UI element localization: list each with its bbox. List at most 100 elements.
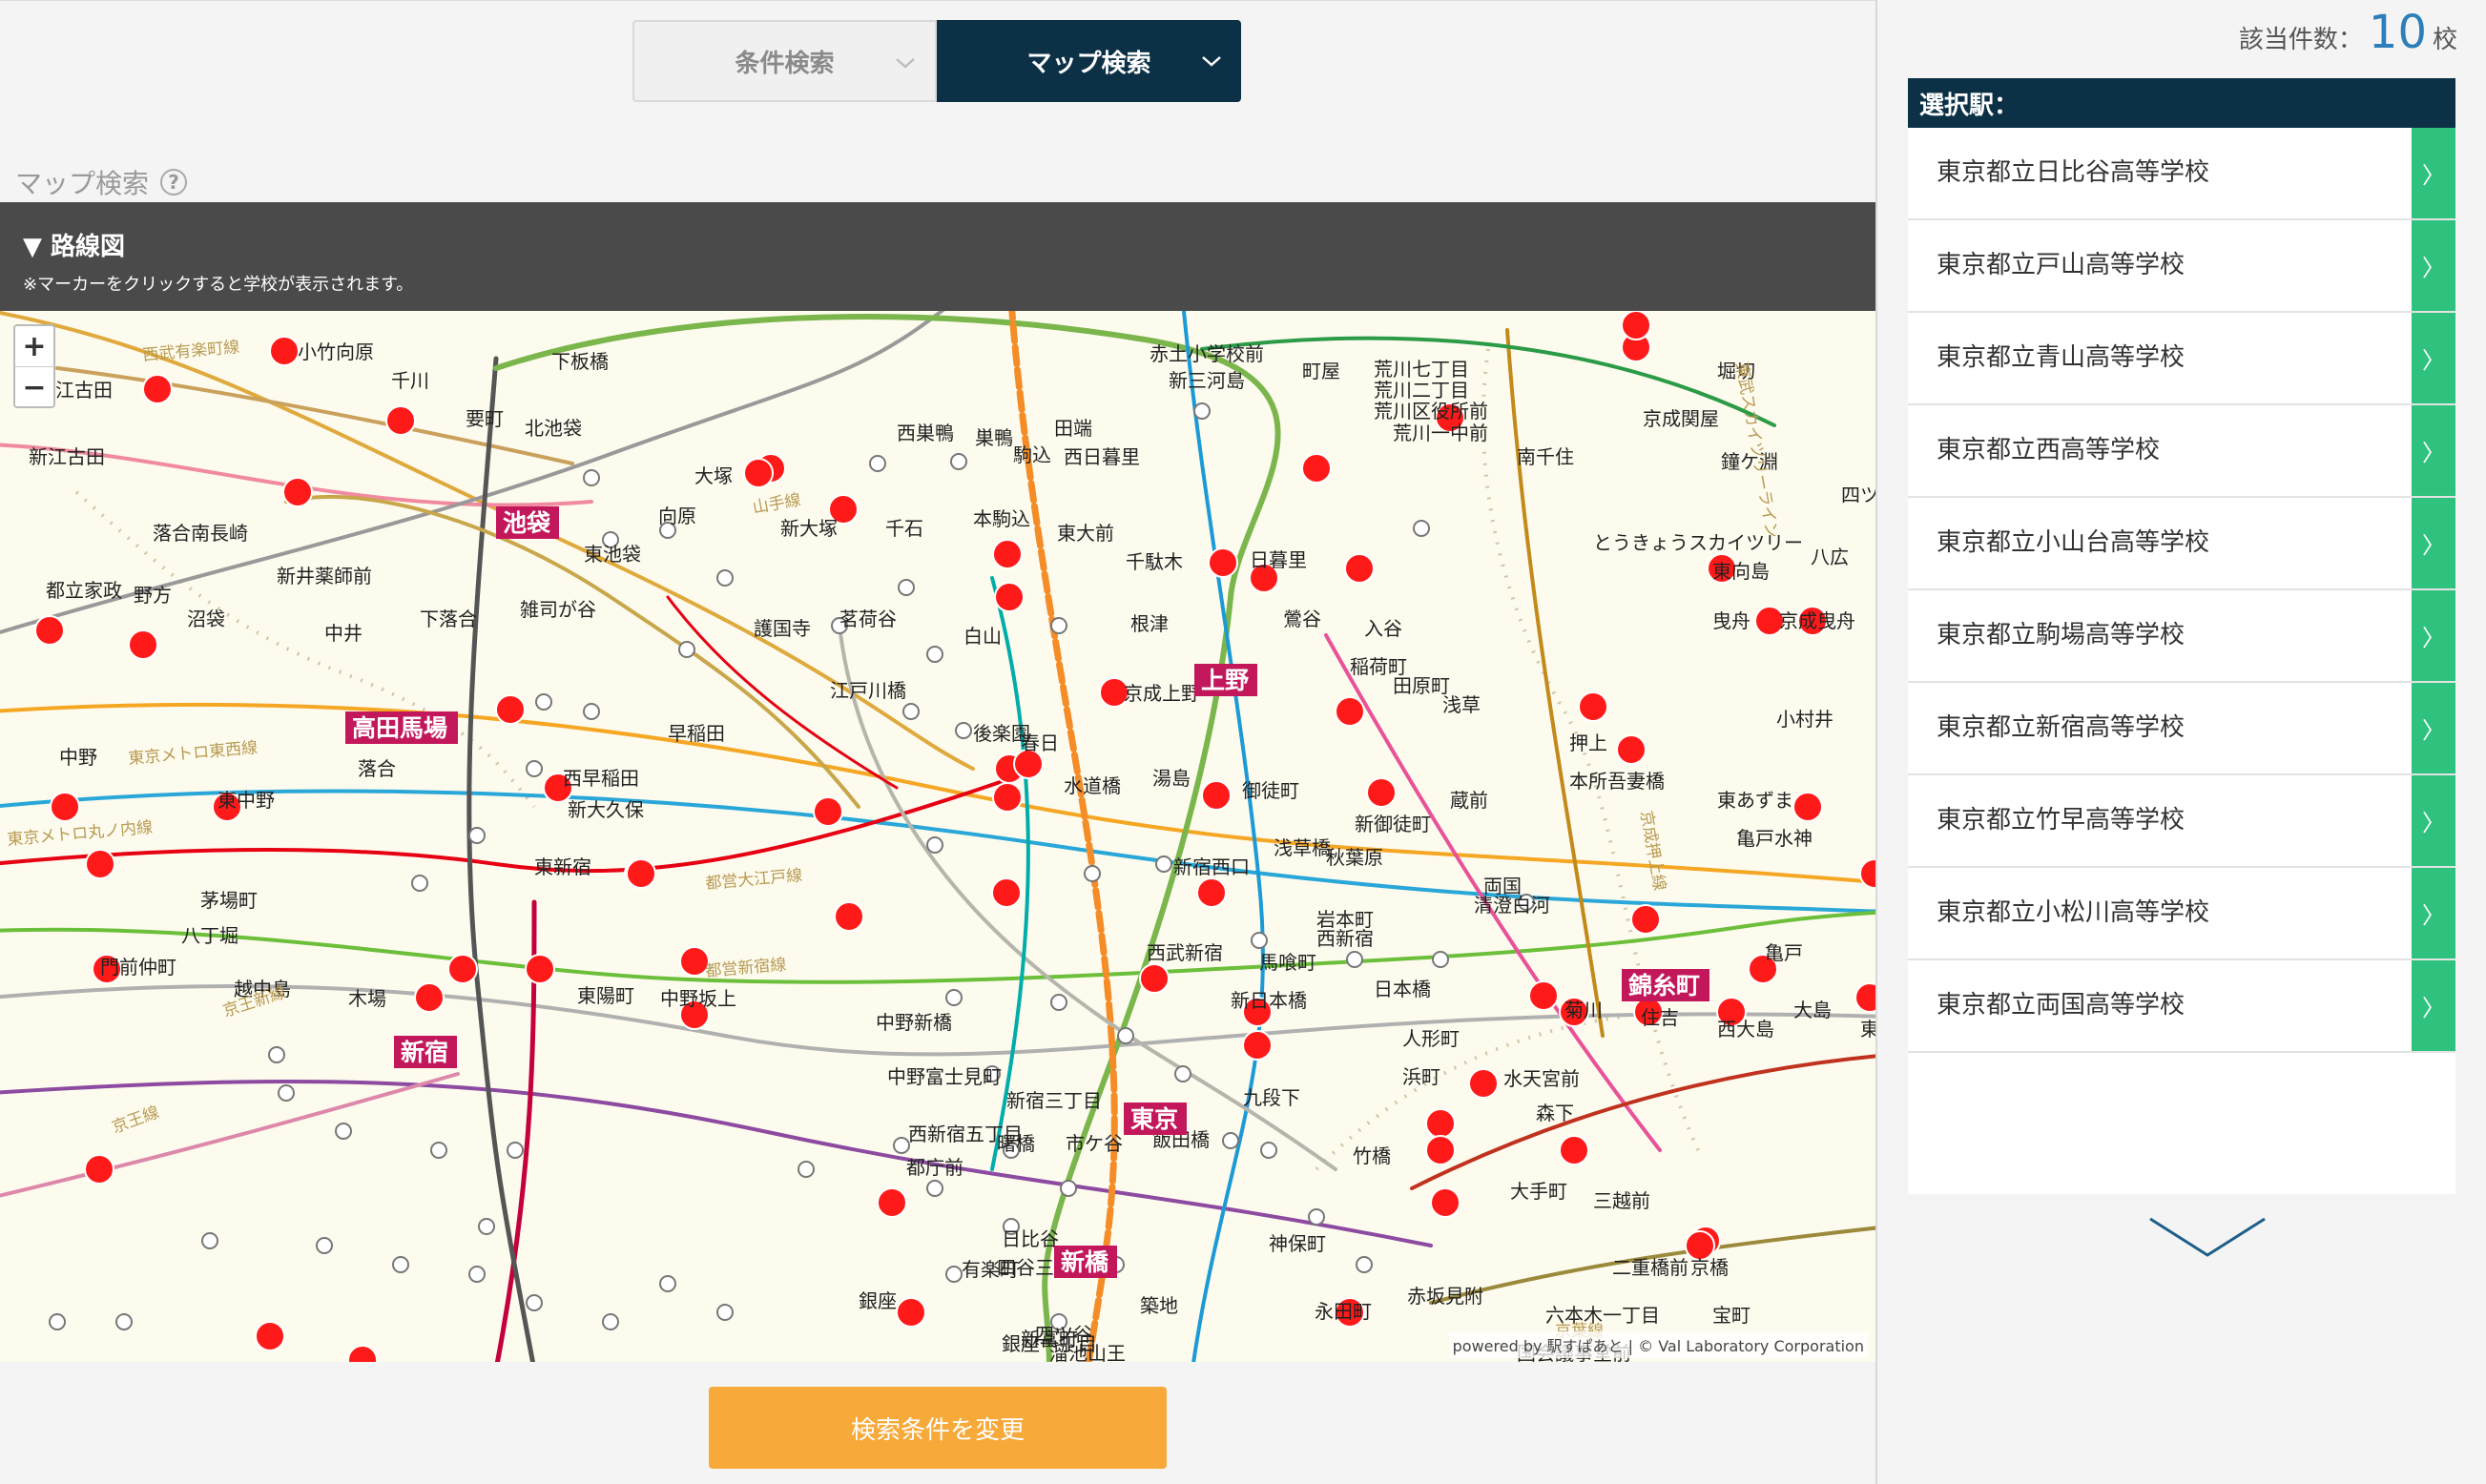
school-list-item[interactable]: 東京都立小松川高等学校 〉: [1908, 868, 2455, 960]
station-marker[interactable]: [1201, 780, 1232, 811]
station-marker[interactable]: [255, 1321, 285, 1351]
interchange-dot: [49, 1313, 66, 1330]
station-marker[interactable]: [994, 582, 1025, 612]
station-label: 赤坂見附: [1407, 1285, 1483, 1308]
route-map-header[interactable]: ▼ 路線図 ※マーカーをクリックすると学校が表示されます。: [0, 202, 1875, 311]
station-marker[interactable]: [525, 954, 555, 984]
school-list-item[interactable]: 東京都立両国高等学校 〉: [1908, 960, 2455, 1053]
station-marker[interactable]: [626, 858, 656, 889]
station-marker[interactable]: [834, 901, 864, 932]
school-list-item[interactable]: 東京都立西高等学校 〉: [1908, 405, 2455, 498]
station-marker[interactable]: [495, 694, 526, 725]
station-marker[interactable]: [1430, 1187, 1461, 1218]
scroll-down-chevron-icon[interactable]: [2144, 1213, 2270, 1261]
chevron-right-icon[interactable]: 〉: [2412, 590, 2455, 681]
school-list-item[interactable]: 東京都立小山台高等学校 〉: [1908, 498, 2455, 590]
station-marker[interactable]: [34, 615, 65, 646]
school-list-item[interactable]: 東京都立新宿高等学校 〉: [1908, 683, 2455, 775]
school-name: 東京都立新宿高等学校: [1937, 713, 2186, 742]
search-mode-tabs: 条件検索 マップ検索: [632, 20, 1241, 102]
station-marker[interactable]: [1528, 980, 1559, 1011]
station-marker[interactable]: [269, 336, 300, 366]
zoom-out-button[interactable]: −: [15, 366, 53, 407]
tab-condition-search[interactable]: 条件検索: [632, 20, 937, 102]
hub-station: 錦糸町: [1622, 969, 1709, 1001]
interchange-dot: [478, 1218, 495, 1235]
route-map-canvas[interactable]: 小竹向原江古田 千川新江古田 要町 北池袋 下板橋西巣鴨 巣鴨駒込田端西日暮里 赤土小学校前…: [0, 311, 1875, 1362]
interchange-dot: [507, 1142, 524, 1159]
change-search-conditions-button[interactable]: 検索条件を変更: [709, 1387, 1167, 1469]
chevron-right-icon[interactable]: 〉: [2412, 313, 2455, 403]
interchange-dot: [955, 722, 972, 739]
chevron-down-icon: [1202, 56, 1221, 67]
station-marker[interactable]: [128, 629, 158, 660]
station-marker[interactable]: [1196, 877, 1227, 908]
school-name: 東京都立青山高等学校: [1937, 343, 2186, 372]
station-marker[interactable]: [282, 477, 313, 507]
station-label: 小竹向原: [298, 340, 374, 363]
station-marker[interactable]: [743, 458, 774, 488]
station-marker[interactable]: [84, 1154, 114, 1185]
zoom-in-button[interactable]: +: [15, 326, 53, 366]
station-label: 中野新橋: [876, 1011, 952, 1034]
station-label: 門前仲町: [100, 956, 176, 979]
school-list-item[interactable]: 東京都立日比谷高等学校 〉: [1908, 128, 2455, 220]
station-label: 野方: [134, 584, 172, 607]
station-marker[interactable]: [1854, 982, 1875, 1013]
station-marker[interactable]: [1208, 547, 1238, 578]
interchange-dot: [1356, 1256, 1373, 1273]
chevron-right-icon[interactable]: 〉: [2412, 220, 2455, 311]
station-marker[interactable]: [1621, 311, 1651, 340]
station-marker[interactable]: [1344, 553, 1375, 584]
school-list-item[interactable]: 東京都立駒場高等学校 〉: [1908, 590, 2455, 683]
station-marker[interactable]: [1859, 858, 1875, 889]
station-marker[interactable]: [1559, 1135, 1589, 1165]
station-marker[interactable]: [992, 782, 1023, 813]
station-marker[interactable]: [813, 796, 843, 827]
chevron-right-icon[interactable]: 〉: [2412, 868, 2455, 958]
station-marker[interactable]: [447, 954, 478, 984]
station-marker[interactable]: [877, 1187, 907, 1218]
school-list-item[interactable]: 東京都立青山高等学校 〉: [1908, 313, 2455, 405]
station-marker[interactable]: [1468, 1068, 1499, 1099]
chevron-right-icon[interactable]: 〉: [2412, 498, 2455, 588]
station-marker[interactable]: [1242, 1030, 1273, 1061]
station-marker[interactable]: [1425, 1135, 1456, 1165]
station-marker[interactable]: [1578, 691, 1608, 722]
station-label: 新大塚: [780, 517, 838, 540]
help-icon[interactable]: ?: [160, 169, 188, 196]
station-label: 大手町: [1510, 1180, 1567, 1203]
station-marker[interactable]: [1425, 1108, 1456, 1139]
station-label: 要町: [466, 407, 504, 430]
interchange-dot: [1251, 932, 1268, 949]
chevron-right-icon[interactable]: 〉: [2412, 683, 2455, 773]
station-marker[interactable]: [1335, 696, 1365, 727]
station-marker[interactable]: [347, 1345, 378, 1362]
station-marker[interactable]: [414, 982, 445, 1013]
station-marker[interactable]: [50, 792, 80, 822]
chevron-right-icon[interactable]: 〉: [2412, 405, 2455, 496]
station-marker[interactable]: [85, 849, 115, 879]
station-marker[interactable]: [1139, 963, 1170, 994]
station-marker[interactable]: [679, 946, 710, 977]
chevron-right-icon[interactable]: 〉: [2412, 960, 2455, 1051]
route-map[interactable]: 小竹向原 江古田 千川 新江古田 要町 北池袋 下板橋 西巣鴨 巣鴨 駒込 田端 西日暮里 赤土小学校前…: [0, 311, 1875, 1362]
station-marker[interactable]: [1792, 792, 1823, 822]
school-list-item[interactable]: 東京都立戸山高等学校 〉: [1908, 220, 2455, 313]
station-marker[interactable]: [1616, 734, 1647, 765]
station-marker[interactable]: [1301, 453, 1332, 484]
chevron-right-icon[interactable]: 〉: [2412, 775, 2455, 866]
station-marker[interactable]: [385, 405, 416, 436]
station-marker[interactable]: [992, 539, 1023, 569]
school-list-item[interactable]: 東京都立竹早高等学校 〉: [1908, 775, 2455, 868]
station-marker[interactable]: [991, 877, 1022, 908]
station-marker[interactable]: [1366, 777, 1397, 808]
interchange-dot: [278, 1084, 295, 1102]
chevron-right-icon[interactable]: 〉: [2412, 128, 2455, 218]
station-marker[interactable]: [142, 374, 173, 404]
station-label: 中野富士見町: [887, 1065, 1002, 1088]
school-list: 東京都立日比谷高等学校〉東京都立戸山高等学校〉東京都立青山高等学校〉東京都立西高…: [1908, 128, 2455, 1053]
station-marker[interactable]: [1630, 904, 1661, 935]
station-marker[interactable]: [896, 1297, 926, 1328]
tab-map-search[interactable]: マップ検索: [937, 20, 1241, 102]
